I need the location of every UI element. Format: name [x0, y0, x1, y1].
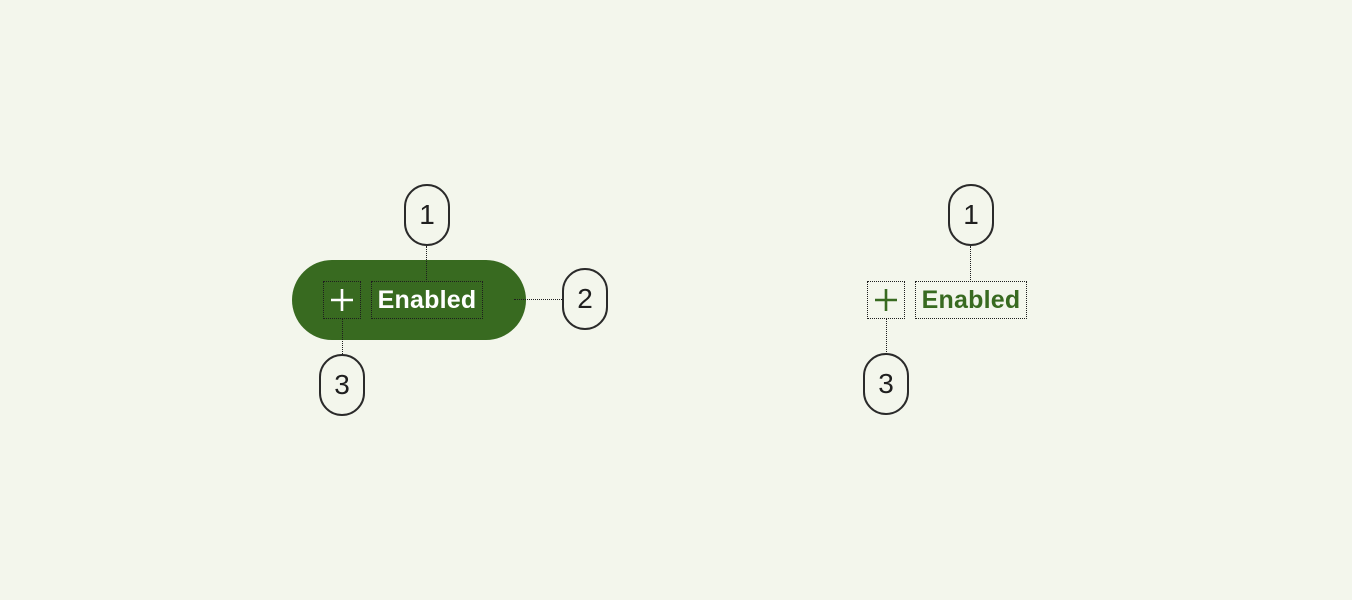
callout-icon-text: 3 [863, 353, 909, 415]
callout-container: 2 [562, 268, 608, 330]
filled-button-icon-slot [323, 281, 361, 319]
plus-icon [875, 289, 897, 311]
leader-line-icon-filled [342, 318, 343, 354]
filled-button-label: Enabled [371, 281, 483, 319]
text-button-label[interactable]: Enabled [915, 281, 1027, 319]
leader-line-icon-text [886, 318, 887, 354]
plus-icon [331, 289, 353, 311]
leader-line-container [514, 299, 562, 300]
leader-line-label-filled [426, 246, 427, 282]
leader-line-label-text [970, 246, 971, 282]
text-button-icon-slot[interactable] [867, 281, 905, 319]
callout-label-text-text: 1 [948, 184, 994, 246]
callout-icon-filled: 3 [319, 354, 365, 416]
callout-label-text-filled: 1 [404, 184, 450, 246]
